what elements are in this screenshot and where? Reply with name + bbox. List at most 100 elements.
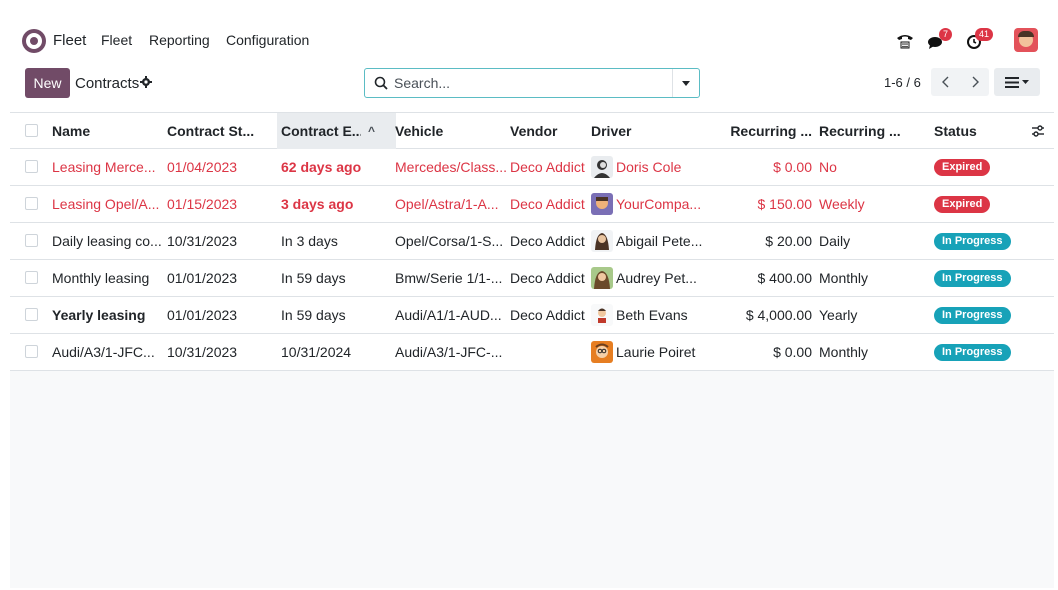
status-badge: In Progress xyxy=(934,344,1011,361)
driver-avatar xyxy=(591,156,613,178)
row-checkbox[interactable] xyxy=(25,308,38,321)
driver-avatar xyxy=(591,267,613,289)
row-checkbox[interactable] xyxy=(25,234,38,247)
cell-vendor: Deco Addict xyxy=(510,196,585,212)
table-row[interactable]: Monthly leasing 01/01/2023 In 59 days Bm… xyxy=(10,260,1054,297)
cell-name: Daily leasing co... xyxy=(52,233,162,249)
status-badge: In Progress xyxy=(934,233,1011,250)
cell-name: Leasing Merce... xyxy=(52,159,156,175)
cell-contract-start: 01/15/2023 xyxy=(167,196,238,212)
cell-name: Leasing Opel/A... xyxy=(52,196,160,212)
table-row[interactable]: Leasing Merce... 01/04/2023 62 days ago … xyxy=(10,149,1054,186)
status-badge: In Progress xyxy=(934,307,1011,324)
cell-vehicle: Opel/Corsa/1-S... xyxy=(395,233,504,249)
cell-contract-start: 01/01/2023 xyxy=(167,270,238,286)
cell-contract-start: 01/04/2023 xyxy=(167,159,238,175)
pager-next-button[interactable] xyxy=(960,68,989,96)
status-badge: Expired xyxy=(934,159,991,176)
activity-counter-badge: 41 xyxy=(975,28,994,41)
search-icon xyxy=(374,76,388,90)
top-navbar: Fleet Fleet Reporting Configuration 7 41 xyxy=(10,22,1054,60)
driver-avatar xyxy=(591,304,613,326)
header-vendor[interactable]: Vendor xyxy=(510,113,585,149)
chevron-left-icon xyxy=(941,76,948,88)
cell-recurring-frequency: Daily xyxy=(819,233,851,249)
cell-recurring-cost: $ 4,000.00 xyxy=(745,307,812,323)
table-row[interactable]: Leasing Opel/A... 01/15/2023 3 days ago … xyxy=(10,186,1054,223)
header-driver[interactable]: Driver xyxy=(591,113,701,149)
view-switcher-button[interactable] xyxy=(994,68,1040,96)
cell-contract-start: 10/31/2023 xyxy=(167,344,238,360)
driver-avatar xyxy=(591,193,613,215)
search-options-toggle[interactable] xyxy=(672,69,699,97)
menu-configuration[interactable]: Configuration xyxy=(226,32,309,48)
fleet-app-icon[interactable] xyxy=(22,29,46,53)
cell-recurring-frequency: Monthly xyxy=(819,270,869,286)
header-status[interactable]: Status xyxy=(934,113,1014,149)
cell-name: Audi/A3/1-JFC... xyxy=(52,344,155,360)
cell-driver: Abigail Pete... xyxy=(616,233,703,249)
header-recurring-cost[interactable]: Recurring ... xyxy=(715,113,812,149)
menu-reporting[interactable]: Reporting xyxy=(149,32,210,48)
cell-driver: YourCompa... xyxy=(616,196,702,212)
header-recurring-frequency[interactable]: Recurring ... xyxy=(819,113,929,149)
cell-driver: Laurie Poiret xyxy=(616,344,696,360)
cell-vehicle: Audi/A3/1-JFC-... xyxy=(395,344,503,360)
cell-vendor: Deco Addict xyxy=(510,159,585,175)
cell-recurring-cost: $ 150.00 xyxy=(757,196,813,212)
gear-icon[interactable] xyxy=(140,76,152,88)
cell-recurring-cost: $ 0.00 xyxy=(773,159,812,175)
sort-ascending-icon: ^ xyxy=(368,124,376,138)
status-badge: In Progress xyxy=(934,270,1011,287)
select-all-checkbox[interactable] xyxy=(25,124,38,137)
header-contract-start[interactable]: Contract St... xyxy=(167,113,272,149)
table-row[interactable]: Yearly leasing 01/01/2023 In 59 days Aud… xyxy=(10,297,1054,334)
row-checkbox[interactable] xyxy=(25,345,38,358)
cell-recurring-frequency: Weekly xyxy=(819,196,865,212)
row-checkbox[interactable] xyxy=(25,271,38,284)
driver-avatar xyxy=(591,230,613,252)
header-name[interactable]: Name xyxy=(52,113,162,149)
pager-previous-button[interactable] xyxy=(931,68,960,96)
empty-list-area xyxy=(10,371,1054,588)
cell-contract-end: 62 days ago xyxy=(281,159,362,175)
cell-contract-end: In 3 days xyxy=(281,233,338,249)
header-contract-end[interactable]: Contract E... xyxy=(281,113,361,149)
cell-recurring-cost: $ 20.00 xyxy=(765,233,812,249)
app-brand[interactable]: Fleet xyxy=(53,32,86,49)
search-input[interactable] xyxy=(394,70,664,96)
contracts-table: Name Contract St... Contract E... ^ Vehi… xyxy=(10,112,1054,371)
cell-contract-start: 10/31/2023 xyxy=(167,233,238,249)
cell-vendor: Deco Addict xyxy=(510,307,585,323)
phone-icon[interactable] xyxy=(895,31,915,51)
cell-name: Yearly leasing xyxy=(52,307,146,323)
menu-fleet[interactable]: Fleet xyxy=(101,32,132,48)
cell-recurring-frequency: Monthly xyxy=(819,344,869,360)
cell-vendor: Deco Addict xyxy=(510,270,585,286)
cell-contract-end: 10/31/2024 xyxy=(281,344,352,360)
cell-name: Monthly leasing xyxy=(52,270,150,286)
table-row[interactable]: Daily leasing co... 10/31/2023 In 3 days… xyxy=(10,223,1054,260)
row-checkbox[interactable] xyxy=(25,160,38,173)
row-checkbox[interactable] xyxy=(25,197,38,210)
cell-recurring-frequency: No xyxy=(819,159,837,175)
cell-vendor: Deco Addict xyxy=(510,233,585,249)
table-row[interactable]: Audi/A3/1-JFC... 10/31/2023 10/31/2024 A… xyxy=(10,334,1054,371)
cell-contract-end: 3 days ago xyxy=(281,196,354,212)
new-button[interactable]: New xyxy=(25,68,70,98)
pager-value[interactable]: 1-6 / 6 xyxy=(884,75,921,90)
cell-contract-end: In 59 days xyxy=(281,270,346,286)
cell-driver: Doris Cole xyxy=(616,159,682,175)
header-vehicle[interactable]: Vehicle xyxy=(395,113,500,149)
optional-columns-icon[interactable] xyxy=(1031,124,1045,138)
cell-vehicle: Bmw/Serie 1/1-... xyxy=(395,270,503,286)
cell-vehicle: Mercedes/Class... xyxy=(395,159,507,175)
chat-counter-badge: 7 xyxy=(939,28,953,41)
list-view-icon xyxy=(1005,76,1019,88)
cell-contract-end: In 59 days xyxy=(281,307,346,323)
cell-recurring-frequency: Yearly xyxy=(819,307,858,323)
cell-recurring-cost: $ 0.00 xyxy=(773,344,812,360)
user-avatar[interactable] xyxy=(1014,28,1038,52)
table-header-row: Name Contract St... Contract E... ^ Vehi… xyxy=(10,112,1054,149)
cell-recurring-cost: $ 400.00 xyxy=(757,270,813,286)
